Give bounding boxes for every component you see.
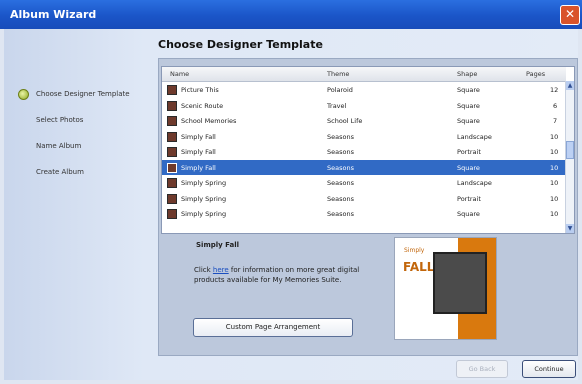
row-theme: Polaroid: [327, 86, 353, 94]
template-icon: [167, 147, 177, 157]
template-list[interactable]: Name Theme Shape Pages Picture This Pola…: [161, 66, 575, 234]
step-label: Name Album: [36, 142, 82, 150]
custom-page-arrangement-button[interactable]: Custom Page Arrangement: [193, 318, 353, 337]
table-row[interactable]: Picture This Polaroid Square 12: [162, 82, 566, 98]
column-header-theme[interactable]: Theme: [327, 70, 349, 78]
template-icon: [167, 178, 177, 188]
go-back-button[interactable]: Go Back: [456, 360, 508, 378]
table-row[interactable]: School Memories School Life Square 7: [162, 113, 566, 129]
row-shape: Landscape: [457, 132, 492, 141]
template-icon: [167, 162, 177, 173]
row-name: Simply Spring: [181, 179, 227, 187]
row-pages: 10: [550, 148, 559, 156]
row-name: Simply Fall: [181, 163, 216, 172]
row-name: Simply Spring: [181, 210, 227, 218]
row-shape: Square: [457, 210, 480, 218]
step-choose-template: Choose Designer Template: [14, 89, 130, 116]
template-icon: [167, 209, 177, 219]
row-name: School Memories: [181, 117, 237, 125]
template-description: Click here for information on more great…: [194, 265, 379, 285]
description-text-before: Click: [194, 266, 213, 274]
continue-button[interactable]: Continue: [522, 360, 576, 378]
table-row[interactable]: Simply Fall Seasons Landscape 10: [162, 129, 566, 145]
row-shape: Square: [457, 86, 480, 94]
row-theme: Seasons: [327, 194, 354, 203]
row-pages: 10: [550, 179, 559, 187]
row-theme: Seasons: [327, 163, 354, 172]
table-row[interactable]: Simply Spring Seasons Landscape 10: [162, 175, 566, 191]
column-header-pages[interactable]: Pages: [526, 70, 545, 78]
row-pages: 10: [550, 132, 559, 141]
row-pages: 7: [553, 117, 558, 125]
row-pages: 10: [550, 194, 559, 203]
page-title: Choose Designer Template: [158, 38, 323, 51]
step-label: Choose Designer Template: [36, 90, 130, 98]
row-shape: Square: [457, 117, 480, 125]
row-theme: School Life: [327, 117, 363, 125]
step-label: Select Photos: [36, 116, 84, 124]
row-pages: 6: [553, 101, 558, 110]
row-pages: 12: [550, 86, 559, 94]
row-shape: Square: [457, 163, 480, 172]
column-header-shape[interactable]: Shape: [457, 70, 477, 78]
row-pages: 10: [550, 163, 559, 172]
row-name: Simply Fall: [181, 148, 216, 156]
preview-title: Simply: [404, 247, 425, 254]
row-theme: Seasons: [327, 148, 354, 156]
row-shape: Portrait: [457, 194, 481, 203]
template-icon: [167, 193, 177, 204]
selected-template-title: Simply Fall: [196, 241, 240, 249]
scroll-up-icon[interactable]: ▲: [566, 81, 574, 90]
wizard-steps: Choose Designer Template Select Photos N…: [14, 89, 130, 194]
row-name: Scenic Route: [181, 101, 224, 110]
template-icon: [167, 85, 177, 95]
template-icon: [167, 100, 177, 111]
column-header-name[interactable]: Name: [170, 70, 189, 78]
table-row[interactable]: Scenic Route Travel Square 6: [162, 98, 566, 114]
close-button[interactable]: ✕: [560, 5, 580, 25]
preview-big-text: FALL: [403, 260, 435, 274]
table-row-selected[interactable]: Simply Fall Seasons Square 10: [162, 159, 566, 175]
row-shape: Portrait: [457, 148, 481, 156]
row-theme: Seasons: [327, 132, 354, 141]
row-name: Simply Spring: [181, 194, 227, 203]
list-header: Name Theme Shape Pages: [162, 67, 566, 82]
scroll-down-icon[interactable]: ▼: [566, 224, 574, 233]
row-name: Simply Fall: [181, 132, 216, 141]
window-title: Album Wizard: [10, 8, 97, 21]
row-theme: Seasons: [327, 210, 354, 218]
step-name-album: Name Album: [14, 142, 130, 168]
template-icon: [167, 131, 177, 142]
row-theme: Travel: [327, 101, 347, 110]
row-shape: Square: [457, 101, 480, 110]
table-row[interactable]: Simply Fall Seasons Portrait 10: [162, 144, 566, 160]
row-theme: Seasons: [327, 179, 354, 187]
album-wizard-window: Album Wizard ✕ Choose Designer Template …: [0, 0, 582, 384]
table-row[interactable]: Simply Spring Seasons Square 10: [162, 206, 566, 222]
more-info-link[interactable]: here: [213, 266, 229, 274]
template-icon: [167, 116, 177, 126]
title-bar[interactable]: Album Wizard ✕: [0, 0, 582, 29]
template-preview-image: Simply FALL: [394, 237, 497, 340]
step-create-album: Create Album: [14, 168, 130, 194]
step-select-photos: Select Photos: [14, 116, 130, 142]
current-step-icon: [18, 89, 29, 100]
step-label: Create Album: [36, 168, 84, 176]
preview-photo-card: [433, 252, 487, 314]
row-shape: Landscape: [457, 179, 492, 187]
row-name: Picture This: [181, 86, 219, 94]
scroll-thumb[interactable]: [566, 141, 574, 159]
row-pages: 10: [550, 210, 559, 218]
table-row[interactable]: Simply Spring Seasons Portrait 10: [162, 191, 566, 207]
vertical-scrollbar[interactable]: ▲ ▼: [565, 81, 574, 233]
